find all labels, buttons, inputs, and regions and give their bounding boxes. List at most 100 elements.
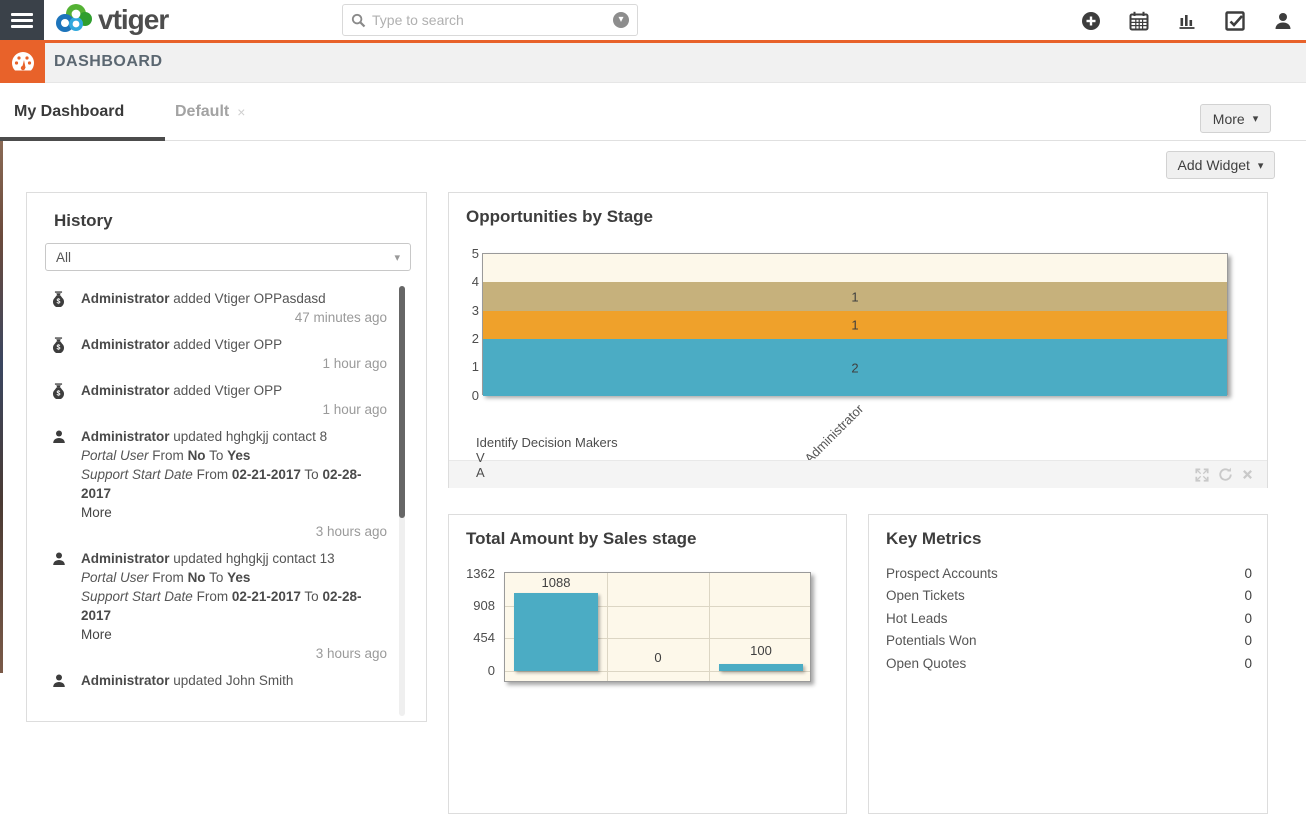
scrollbar-track[interactable] — [399, 286, 405, 716]
y-axis-tick: 4 — [457, 274, 479, 289]
history-entry: Administrator updated John Smith — [81, 671, 387, 690]
widget-title: Key Metrics — [886, 529, 981, 549]
calendar-icon[interactable] — [1128, 10, 1150, 32]
left-edge-strip — [0, 141, 3, 673]
history-timestamp: 1 hour ago — [81, 354, 387, 373]
y-axis-tick: 908 — [451, 598, 495, 613]
selected-filter-value: All — [56, 250, 394, 265]
dashboard-tab-bar: My Dashboard Default × — [0, 84, 1306, 141]
y-axis-tick: 1362 — [451, 566, 495, 581]
vtiger-cloud-icon — [52, 2, 94, 38]
metric-value: 0 — [1244, 566, 1252, 581]
list-item[interactable]: Administrator updated John Smith — [51, 671, 391, 694]
widget-title: Opportunities by Stage — [466, 207, 653, 227]
list-item[interactable]: $ Administrator added Vtiger OPP 1 hour … — [51, 335, 391, 373]
y-axis-tick: 3 — [457, 303, 479, 318]
history-entry: Administrator updated hghgkjj contact 8 — [81, 427, 387, 446]
close-icon[interactable]: × — [237, 104, 245, 120]
chevron-down-icon: ▾ — [394, 251, 400, 264]
bar-1[interactable] — [514, 593, 598, 671]
gridline — [607, 573, 608, 681]
active-tab-underline — [0, 137, 165, 141]
bar-value-label: 1088 — [514, 575, 598, 590]
more-link[interactable]: More — [81, 625, 387, 644]
history-timestamp: 1 hour ago — [81, 400, 387, 419]
user-icon[interactable] — [1272, 10, 1294, 32]
list-item[interactable]: $ Administrator added Vtiger OPP 1 hour … — [51, 381, 391, 419]
opportunities-by-stage-widget: Opportunities by Stage Identify Decision… — [448, 192, 1268, 488]
top-nav: vtiger ▾ — [0, 0, 1306, 41]
y-axis-tick: 5 — [457, 246, 479, 261]
bar-3[interactable] — [719, 664, 803, 671]
legend-item: Identify Decision Makers — [476, 435, 618, 450]
bar-value-label: 2 — [851, 360, 858, 375]
close-widget-icon[interactable] — [1242, 469, 1253, 480]
page-title: DASHBOARD — [54, 53, 163, 71]
bar-segment-teal[interactable]: 2 — [483, 339, 1227, 396]
vtiger-logo[interactable]: vtiger — [52, 2, 168, 38]
metric-label: Open Quotes — [886, 656, 1244, 671]
tab-default[interactable]: Default × — [175, 84, 245, 140]
tab-my-dashboard[interactable]: My Dashboard — [14, 84, 124, 140]
y-axis-tick: 1 — [457, 359, 479, 374]
user-icon — [51, 427, 81, 541]
chart-legend: Identify Decision Makers V A — [476, 435, 618, 480]
more-button[interactable]: More ▾ — [1200, 104, 1271, 133]
search-icon — [351, 13, 366, 28]
history-change: Portal User From No To Yes — [81, 446, 387, 465]
metric-row[interactable]: Prospect Accounts 0 — [886, 562, 1252, 585]
total-amount-widget: Total Amount by Sales stage 1362 908 454… — [448, 514, 847, 814]
bar-value-label: 1 — [851, 289, 858, 304]
y-axis-tick: 0 — [451, 663, 495, 678]
metric-label: Potentials Won — [886, 633, 1244, 648]
bar-value-label: 1 — [851, 317, 858, 332]
widget-title: History — [54, 211, 113, 231]
metric-row[interactable]: Potentials Won 0 — [886, 630, 1252, 653]
history-change: Support Start Date From 02-21-2017 To 02… — [81, 465, 387, 503]
history-entry: Administrator added Vtiger OPP — [81, 335, 387, 354]
expand-widget-icon[interactable] — [1195, 468, 1209, 482]
history-timestamp: 3 hours ago — [81, 522, 387, 541]
money-bag-icon: $ — [51, 381, 81, 419]
user-icon — [51, 549, 81, 663]
svg-text:$: $ — [57, 345, 61, 352]
search-input[interactable] — [372, 12, 613, 28]
search-scope-chevron-icon[interactable]: ▾ — [613, 12, 629, 28]
bar-segment-tan[interactable]: 1 — [483, 282, 1227, 310]
global-search[interactable]: ▾ — [342, 4, 638, 36]
bar-chart-icon[interactable] — [1176, 10, 1198, 32]
nav-icon-group — [1080, 10, 1294, 32]
money-bag-icon: $ — [51, 335, 81, 373]
dashboard-gauge-icon[interactable] — [0, 43, 45, 83]
history-change: Portal User From No To Yes — [81, 568, 387, 587]
bar-chart-plot: 1088 0 100 — [504, 572, 811, 682]
scrollbar-thumb[interactable] — [399, 286, 405, 518]
history-filter-select[interactable]: All ▾ — [45, 243, 411, 271]
hamburger-menu-icon[interactable] — [0, 0, 44, 41]
svg-text:$: $ — [57, 391, 61, 398]
list-item[interactable]: Administrator updated hghgkjj contact 13… — [51, 549, 391, 663]
widget-title: Total Amount by Sales stage — [466, 529, 697, 549]
history-entry: Administrator added Vtiger OPPasdasd — [81, 289, 387, 308]
history-timestamp: 3 hours ago — [81, 644, 387, 663]
metric-row[interactable]: Open Quotes 0 — [886, 652, 1252, 675]
list-item[interactable]: Administrator updated hghgkjj contact 8 … — [51, 427, 391, 541]
key-metrics-list: Prospect Accounts 0 Open Tickets 0 Hot L… — [886, 562, 1252, 675]
bar-value-label: 0 — [616, 650, 700, 665]
metric-label: Hot Leads — [886, 611, 1244, 626]
history-list: $ Administrator added Vtiger OPPasdasd 4… — [51, 289, 391, 702]
refresh-widget-icon[interactable] — [1218, 467, 1233, 482]
stacked-bar-chart-plot: 1 1 2 — [482, 253, 1228, 395]
more-link[interactable]: More — [81, 503, 387, 522]
module-header: DASHBOARD — [0, 43, 1306, 83]
plus-circle-icon[interactable] — [1080, 10, 1102, 32]
add-widget-button[interactable]: Add Widget ▾ — [1166, 151, 1275, 179]
check-square-icon[interactable] — [1224, 10, 1246, 32]
tab-label: My Dashboard — [14, 103, 124, 121]
y-axis-tick: 2 — [457, 331, 479, 346]
bar-segment-orange[interactable]: 1 — [483, 311, 1227, 339]
svg-text:$: $ — [57, 299, 61, 306]
metric-row[interactable]: Open Tickets 0 — [886, 585, 1252, 608]
list-item[interactable]: $ Administrator added Vtiger OPPasdasd 4… — [51, 289, 391, 327]
metric-row[interactable]: Hot Leads 0 — [886, 607, 1252, 630]
